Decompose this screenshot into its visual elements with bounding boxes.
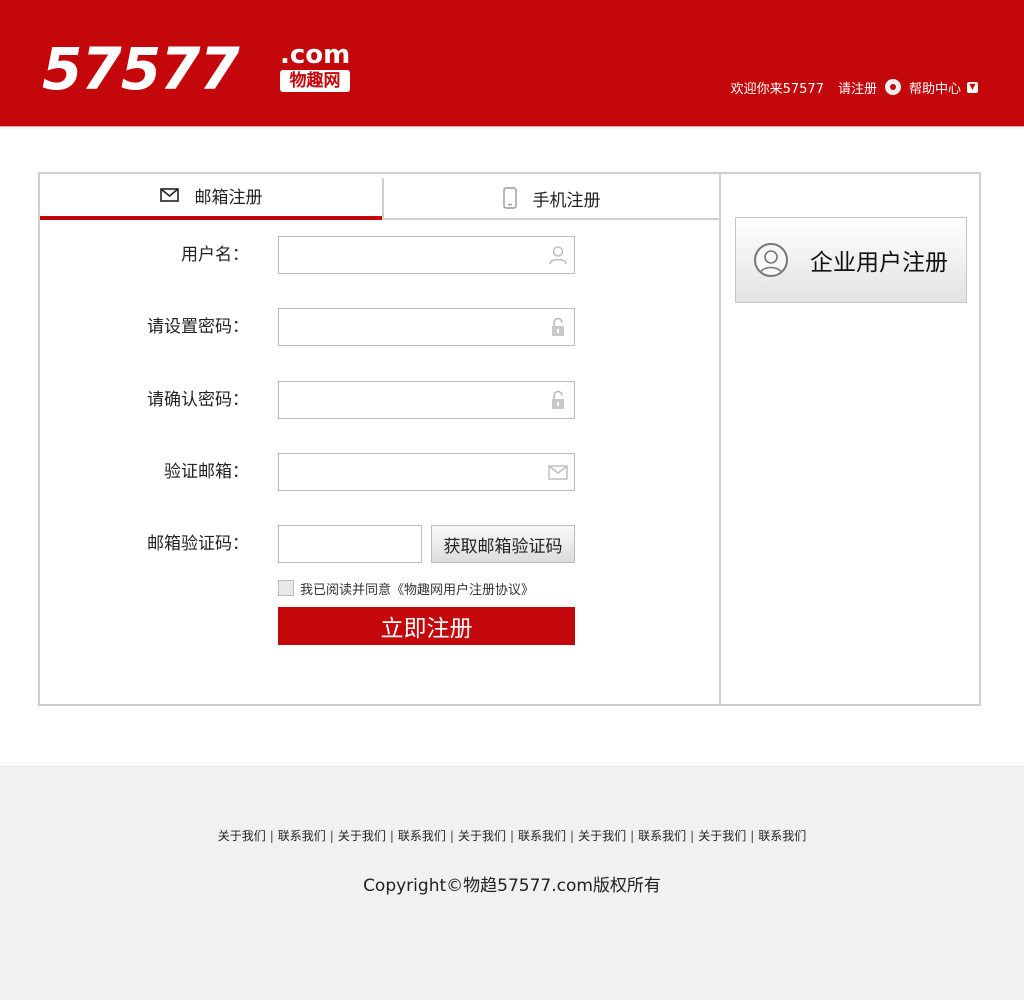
footer-separator: |: [690, 829, 695, 843]
tab-email-label: 邮箱注册: [194, 187, 263, 208]
help-center-link[interactable]: 帮助中心: [909, 78, 961, 97]
footer-separator: |: [449, 829, 454, 843]
email-code-row: 邮箱验证码： 获取邮箱验证码: [40, 525, 719, 563]
panel-divider: [719, 174, 721, 704]
header-divider: [0, 127, 1024, 129]
footer-separator: |: [389, 829, 394, 843]
footer-link-about[interactable]: 关于我们: [218, 829, 266, 843]
footer-link-contact[interactable]: 联系我们: [398, 829, 446, 843]
footer-link-about[interactable]: 关于我们: [578, 829, 626, 843]
password-input[interactable]: [278, 308, 575, 346]
logo-domain: .com: [280, 40, 351, 70]
footer-separator: |: [329, 829, 334, 843]
logo-chinese-name: 物趣网: [280, 70, 350, 92]
username-input[interactable]: [278, 236, 575, 274]
confirm-password-input[interactable]: [278, 381, 575, 419]
lock-icon: [552, 390, 564, 409]
username-label: 用户名：: [181, 245, 249, 265]
logo-number: 57577: [42, 35, 240, 103]
confirm-password-row: 请确认密码：: [40, 381, 719, 419]
help-icon: [884, 79, 901, 95]
password-label: 请设置密码：: [147, 317, 249, 337]
footer-separator: |: [630, 829, 635, 843]
agreement-checkbox[interactable]: [278, 580, 294, 596]
tab-phone-label: 手机注册: [532, 190, 601, 211]
footer-link-about[interactable]: 关于我们: [338, 829, 386, 843]
footer-link-contact[interactable]: 联系我们: [638, 829, 686, 843]
site-footer: 关于我们 | 联系我们 | 关于我们 | 联系我们 | 关于我们 | 联系我们 | 关于我们 | 联系我们 |…: [0, 766, 1024, 1000]
tab-phone-register[interactable]: 手机注册: [382, 178, 719, 218]
email-input[interactable]: [278, 453, 575, 491]
get-email-code-button[interactable]: 获取邮箱验证码: [431, 525, 575, 563]
footer-separator: |: [750, 829, 755, 843]
envelope-icon: [548, 465, 568, 480]
registration-panel: 邮箱注册 手机注册 用户名： 请设置密码： 请确认密码： 验证邮箱： 邮箱验证码…: [38, 172, 981, 706]
welcome-text: 欢迎你来57577: [730, 81, 824, 97]
footer-links: 关于我们 | 联系我们 | 关于我们 | 联系我们 | 关于我们 | 联系我们 | 关于我们 | 联系我们 |…: [0, 827, 1024, 844]
chevron-down-icon[interactable]: ▼: [967, 81, 978, 93]
footer-link-about[interactable]: 关于我们: [458, 829, 506, 843]
email-code-label: 邮箱验证码：: [147, 534, 249, 554]
tab-email-register[interactable]: 邮箱注册: [40, 174, 382, 220]
confirm-password-label: 请确认密码：: [147, 390, 249, 410]
password-row: 请设置密码：: [40, 308, 719, 346]
user-icon: [549, 246, 567, 265]
lock-icon: [552, 317, 564, 336]
footer-link-contact[interactable]: 联系我们: [278, 829, 326, 843]
enterprise-register-button[interactable]: 企业用户注册: [735, 217, 967, 303]
footer-link-contact[interactable]: 联系我们: [518, 829, 566, 843]
email-code-input[interactable]: [278, 525, 422, 563]
footer-separator: |: [269, 829, 274, 843]
email-row: 验证邮箱：: [40, 453, 719, 491]
copyright-text: Copyright©物趋57577.com版权所有: [363, 876, 661, 896]
top-nav: 欢迎你来57577 请注册 帮助中心 ▼: [731, 77, 978, 97]
email-label: 验证邮箱：: [164, 462, 249, 482]
register-submit-button[interactable]: 立即注册: [278, 607, 575, 645]
footer-separator: |: [509, 829, 515, 843]
site-header: 57577 .com 物趣网 欢迎你来57577 请注册 帮助中心 ▼: [0, 0, 1024, 127]
user-circle-icon: [754, 243, 788, 277]
username-row: 用户名：: [40, 236, 719, 274]
phone-icon: [502, 187, 517, 209]
enterprise-register-label: 企业用户注册: [810, 250, 948, 276]
footer-separator: |: [570, 829, 575, 843]
agreement-row: 我已阅读并同意《物趣网用户注册协议》: [278, 578, 534, 598]
footer-link-about[interactable]: 关于我们: [698, 829, 746, 843]
site-logo[interactable]: 57577 .com 物趣网: [42, 40, 352, 100]
agreement-text[interactable]: 我已阅读并同意《物趣网用户注册协议》: [300, 579, 534, 598]
footer-link-contact[interactable]: 联系我们: [758, 829, 806, 843]
registration-tabs: 邮箱注册 手机注册: [40, 174, 719, 220]
register-link[interactable]: 请注册: [838, 78, 877, 97]
mail-icon: [159, 188, 179, 202]
